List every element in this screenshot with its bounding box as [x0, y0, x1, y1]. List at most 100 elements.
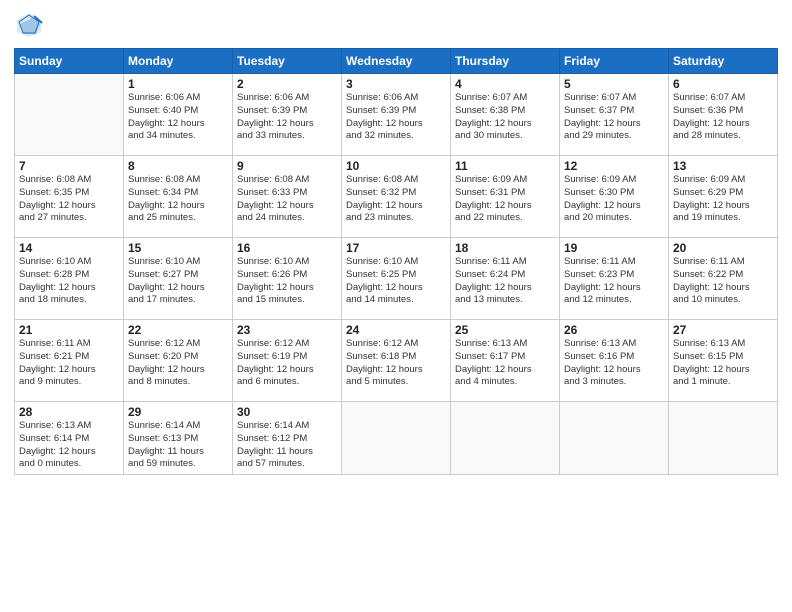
- day-cell: 30Sunrise: 6:14 AM Sunset: 6:12 PM Dayli…: [233, 402, 342, 475]
- day-number: 27: [673, 323, 773, 337]
- day-number: 21: [19, 323, 119, 337]
- day-info: Sunrise: 6:08 AM Sunset: 6:35 PM Dayligh…: [19, 174, 119, 225]
- day-number: 9: [237, 159, 337, 173]
- day-info: Sunrise: 6:10 AM Sunset: 6:26 PM Dayligh…: [237, 256, 337, 307]
- day-cell: [15, 74, 124, 156]
- day-info: Sunrise: 6:11 AM Sunset: 6:24 PM Dayligh…: [455, 256, 555, 307]
- day-cell: 5Sunrise: 6:07 AM Sunset: 6:37 PM Daylig…: [560, 74, 669, 156]
- day-cell: 10Sunrise: 6:08 AM Sunset: 6:32 PM Dayli…: [342, 156, 451, 238]
- day-number: 4: [455, 77, 555, 91]
- day-number: 6: [673, 77, 773, 91]
- day-number: 20: [673, 241, 773, 255]
- day-info: Sunrise: 6:13 AM Sunset: 6:14 PM Dayligh…: [19, 420, 119, 471]
- day-cell: 24Sunrise: 6:12 AM Sunset: 6:18 PM Dayli…: [342, 320, 451, 402]
- day-number: 26: [564, 323, 664, 337]
- day-info: Sunrise: 6:14 AM Sunset: 6:12 PM Dayligh…: [237, 420, 337, 471]
- day-number: 28: [19, 405, 119, 419]
- day-cell: 15Sunrise: 6:10 AM Sunset: 6:27 PM Dayli…: [124, 238, 233, 320]
- calendar-table: SundayMondayTuesdayWednesdayThursdayFrid…: [14, 48, 778, 475]
- day-number: 11: [455, 159, 555, 173]
- day-header-sunday: Sunday: [15, 49, 124, 74]
- day-info: Sunrise: 6:10 AM Sunset: 6:28 PM Dayligh…: [19, 256, 119, 307]
- day-number: 10: [346, 159, 446, 173]
- day-info: Sunrise: 6:08 AM Sunset: 6:34 PM Dayligh…: [128, 174, 228, 225]
- week-row-5: 28Sunrise: 6:13 AM Sunset: 6:14 PM Dayli…: [15, 402, 778, 475]
- day-cell: 11Sunrise: 6:09 AM Sunset: 6:31 PM Dayli…: [451, 156, 560, 238]
- logo: [14, 10, 48, 40]
- day-cell: [669, 402, 778, 475]
- day-cell: 3Sunrise: 6:06 AM Sunset: 6:39 PM Daylig…: [342, 74, 451, 156]
- day-header-monday: Monday: [124, 49, 233, 74]
- day-cell: 8Sunrise: 6:08 AM Sunset: 6:34 PM Daylig…: [124, 156, 233, 238]
- day-info: Sunrise: 6:06 AM Sunset: 6:40 PM Dayligh…: [128, 92, 228, 143]
- day-cell: [451, 402, 560, 475]
- day-header-wednesday: Wednesday: [342, 49, 451, 74]
- day-info: Sunrise: 6:08 AM Sunset: 6:33 PM Dayligh…: [237, 174, 337, 225]
- day-cell: 29Sunrise: 6:14 AM Sunset: 6:13 PM Dayli…: [124, 402, 233, 475]
- day-cell: 26Sunrise: 6:13 AM Sunset: 6:16 PM Dayli…: [560, 320, 669, 402]
- header: [14, 10, 778, 40]
- day-number: 30: [237, 405, 337, 419]
- day-cell: 17Sunrise: 6:10 AM Sunset: 6:25 PM Dayli…: [342, 238, 451, 320]
- day-number: 8: [128, 159, 228, 173]
- day-cell: [342, 402, 451, 475]
- day-info: Sunrise: 6:12 AM Sunset: 6:19 PM Dayligh…: [237, 338, 337, 389]
- day-info: Sunrise: 6:13 AM Sunset: 6:17 PM Dayligh…: [455, 338, 555, 389]
- page-container: SundayMondayTuesdayWednesdayThursdayFrid…: [0, 0, 792, 612]
- day-cell: 28Sunrise: 6:13 AM Sunset: 6:14 PM Dayli…: [15, 402, 124, 475]
- day-cell: 22Sunrise: 6:12 AM Sunset: 6:20 PM Dayli…: [124, 320, 233, 402]
- day-number: 1: [128, 77, 228, 91]
- week-row-1: 1Sunrise: 6:06 AM Sunset: 6:40 PM Daylig…: [15, 74, 778, 156]
- week-row-4: 21Sunrise: 6:11 AM Sunset: 6:21 PM Dayli…: [15, 320, 778, 402]
- day-cell: 2Sunrise: 6:06 AM Sunset: 6:39 PM Daylig…: [233, 74, 342, 156]
- day-info: Sunrise: 6:14 AM Sunset: 6:13 PM Dayligh…: [128, 420, 228, 471]
- day-number: 23: [237, 323, 337, 337]
- day-number: 5: [564, 77, 664, 91]
- day-cell: 25Sunrise: 6:13 AM Sunset: 6:17 PM Dayli…: [451, 320, 560, 402]
- week-row-3: 14Sunrise: 6:10 AM Sunset: 6:28 PM Dayli…: [15, 238, 778, 320]
- day-cell: 12Sunrise: 6:09 AM Sunset: 6:30 PM Dayli…: [560, 156, 669, 238]
- day-cell: 23Sunrise: 6:12 AM Sunset: 6:19 PM Dayli…: [233, 320, 342, 402]
- day-number: 29: [128, 405, 228, 419]
- day-cell: 4Sunrise: 6:07 AM Sunset: 6:38 PM Daylig…: [451, 74, 560, 156]
- day-info: Sunrise: 6:06 AM Sunset: 6:39 PM Dayligh…: [237, 92, 337, 143]
- day-info: Sunrise: 6:07 AM Sunset: 6:36 PM Dayligh…: [673, 92, 773, 143]
- day-number: 25: [455, 323, 555, 337]
- day-info: Sunrise: 6:11 AM Sunset: 6:21 PM Dayligh…: [19, 338, 119, 389]
- week-row-2: 7Sunrise: 6:08 AM Sunset: 6:35 PM Daylig…: [15, 156, 778, 238]
- day-number: 16: [237, 241, 337, 255]
- day-info: Sunrise: 6:06 AM Sunset: 6:39 PM Dayligh…: [346, 92, 446, 143]
- day-cell: 18Sunrise: 6:11 AM Sunset: 6:24 PM Dayli…: [451, 238, 560, 320]
- day-number: 2: [237, 77, 337, 91]
- day-info: Sunrise: 6:09 AM Sunset: 6:31 PM Dayligh…: [455, 174, 555, 225]
- day-number: 13: [673, 159, 773, 173]
- day-info: Sunrise: 6:09 AM Sunset: 6:30 PM Dayligh…: [564, 174, 664, 225]
- day-info: Sunrise: 6:11 AM Sunset: 6:22 PM Dayligh…: [673, 256, 773, 307]
- day-cell: 1Sunrise: 6:06 AM Sunset: 6:40 PM Daylig…: [124, 74, 233, 156]
- day-info: Sunrise: 6:07 AM Sunset: 6:38 PM Dayligh…: [455, 92, 555, 143]
- day-cell: 21Sunrise: 6:11 AM Sunset: 6:21 PM Dayli…: [15, 320, 124, 402]
- day-number: 17: [346, 241, 446, 255]
- day-number: 18: [455, 241, 555, 255]
- day-info: Sunrise: 6:09 AM Sunset: 6:29 PM Dayligh…: [673, 174, 773, 225]
- day-cell: 13Sunrise: 6:09 AM Sunset: 6:29 PM Dayli…: [669, 156, 778, 238]
- day-info: Sunrise: 6:13 AM Sunset: 6:16 PM Dayligh…: [564, 338, 664, 389]
- day-number: 24: [346, 323, 446, 337]
- day-number: 15: [128, 241, 228, 255]
- day-header-friday: Friday: [560, 49, 669, 74]
- day-info: Sunrise: 6:12 AM Sunset: 6:20 PM Dayligh…: [128, 338, 228, 389]
- day-number: 12: [564, 159, 664, 173]
- day-cell: [560, 402, 669, 475]
- logo-icon: [14, 10, 44, 40]
- day-cell: 20Sunrise: 6:11 AM Sunset: 6:22 PM Dayli…: [669, 238, 778, 320]
- day-info: Sunrise: 6:13 AM Sunset: 6:15 PM Dayligh…: [673, 338, 773, 389]
- day-info: Sunrise: 6:10 AM Sunset: 6:25 PM Dayligh…: [346, 256, 446, 307]
- day-cell: 14Sunrise: 6:10 AM Sunset: 6:28 PM Dayli…: [15, 238, 124, 320]
- day-info: Sunrise: 6:10 AM Sunset: 6:27 PM Dayligh…: [128, 256, 228, 307]
- day-cell: 27Sunrise: 6:13 AM Sunset: 6:15 PM Dayli…: [669, 320, 778, 402]
- day-info: Sunrise: 6:07 AM Sunset: 6:37 PM Dayligh…: [564, 92, 664, 143]
- day-cell: 7Sunrise: 6:08 AM Sunset: 6:35 PM Daylig…: [15, 156, 124, 238]
- day-header-tuesday: Tuesday: [233, 49, 342, 74]
- header-row: SundayMondayTuesdayWednesdayThursdayFrid…: [15, 49, 778, 74]
- day-header-thursday: Thursday: [451, 49, 560, 74]
